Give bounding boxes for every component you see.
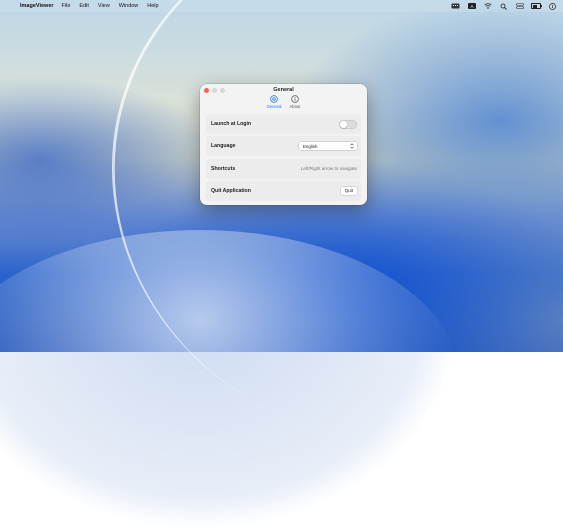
gear-icon (270, 95, 278, 103)
tab-general-label: General (266, 104, 282, 109)
info-icon (291, 95, 299, 103)
shortcuts-row: Shortcuts Left/Right arrow to navigate (206, 158, 361, 179)
settings-panel: Launch at Login Language English Shortcu… (206, 114, 361, 203)
language-value: English (303, 143, 318, 149)
wifi-icon[interactable] (483, 3, 492, 9)
launch-at-login-label: Launch at Login (211, 121, 252, 127)
quit-application-label: Quit Application (211, 187, 251, 194)
shortcuts-label: Shortcuts (211, 165, 236, 172)
menu-edit[interactable]: Edit (79, 3, 88, 9)
menu-view[interactable]: View (98, 3, 110, 9)
quit-button[interactable]: Quit (340, 186, 357, 195)
siri-icon[interactable] (548, 2, 557, 10)
keyboard-badge-icon[interactable] (451, 3, 460, 9)
tab-about[interactable]: About (289, 95, 300, 113)
tab-bar: General About (200, 95, 367, 113)
launch-at-login-toggle[interactable] (339, 119, 357, 129)
title-bar: General (200, 84, 367, 95)
window-title: General (273, 87, 294, 93)
launch-at-login-row: Launch at Login (206, 114, 361, 134)
tab-about-label: About (289, 104, 301, 109)
svg-text:A: A (470, 4, 473, 9)
search-icon[interactable] (499, 3, 508, 10)
quit-application-row: Quit Application Quit (206, 180, 361, 201)
language-select[interactable]: English (299, 142, 357, 151)
menu-bar: ImageViewer File Edit View Window Help A (0, 0, 563, 12)
menu-file[interactable]: File (62, 3, 71, 9)
menu-help[interactable]: Help (147, 3, 158, 9)
battery-icon[interactable] (531, 3, 542, 9)
chevron-updown-icon (350, 143, 354, 149)
language-row: Language English (206, 136, 361, 157)
text-input-icon[interactable]: A (467, 3, 476, 9)
control-center-icon[interactable] (515, 3, 524, 9)
app-menu[interactable]: ImageViewer (20, 3, 54, 9)
menu-window[interactable]: Window (119, 3, 139, 9)
shortcuts-hint: Left/Right arrow to navigate (300, 166, 357, 172)
language-label: Language (211, 143, 236, 150)
tab-general[interactable]: General (266, 95, 282, 113)
settings-window: General General About Launch at Login La… (200, 84, 367, 205)
